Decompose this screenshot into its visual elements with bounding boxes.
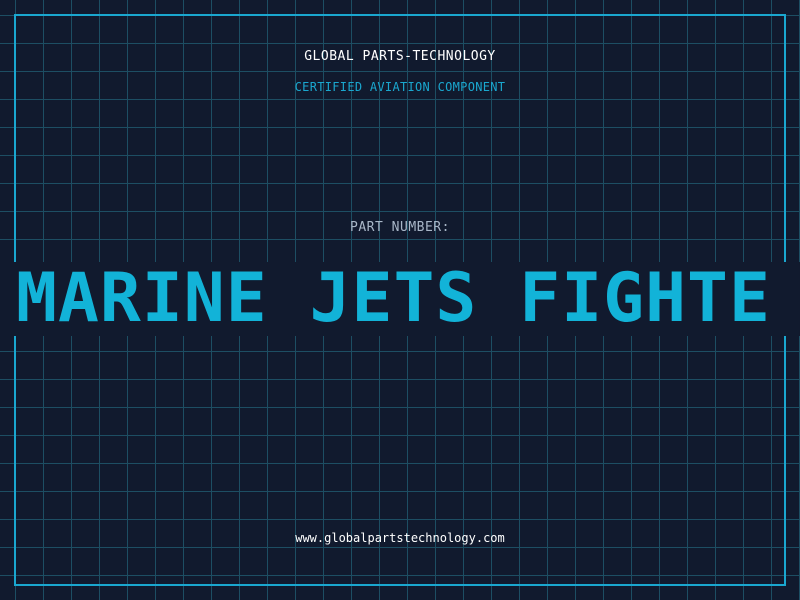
certification-subtitle: CERTIFIED AVIATION COMPONENT — [294, 80, 506, 94]
website-url: www.globalpartstechnology.com — [295, 531, 505, 545]
part-number-value: MARINE JETS FIGHTE — [16, 262, 771, 336]
part-number-band: MARINE JETS FIGHTE — [0, 262, 800, 336]
company-name: GLOBAL PARTS-TECHNOLOGY — [304, 49, 496, 64]
part-number-label: PART NUMBER: — [350, 220, 450, 235]
